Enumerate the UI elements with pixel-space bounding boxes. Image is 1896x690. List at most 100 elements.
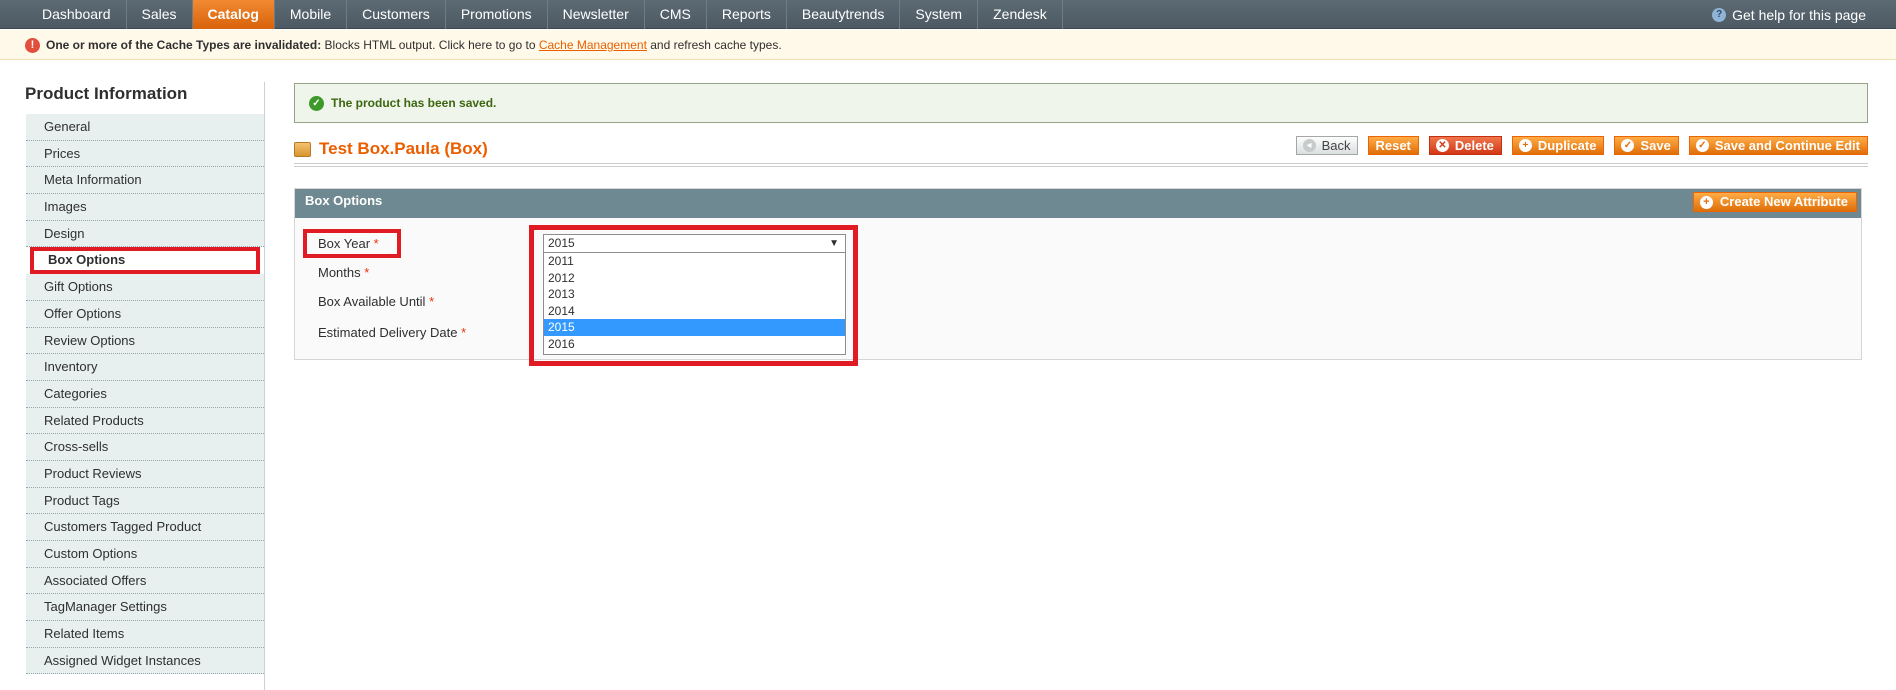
estimated-delivery-date-label-text: Estimated Delivery Date xyxy=(318,325,458,340)
action-buttons: ◂ Back Reset ✕ Delete + Duplicate ✓ Save… xyxy=(1295,136,1868,155)
tab-inventory[interactable]: Inventory xyxy=(26,354,264,381)
box-year-label-text: Box Year xyxy=(318,236,371,251)
dropdown-arrow-icon: ▼ xyxy=(829,238,839,249)
save-button[interactable]: ✓ Save xyxy=(1614,136,1679,155)
box-options-panel: Box Options + Create New Attribute Box Y… xyxy=(294,188,1862,366)
box-year-option[interactable]: 2016 xyxy=(544,336,845,353)
cache-management-link[interactable]: Cache Management xyxy=(539,38,647,52)
tab-box-options[interactable]: Box Options xyxy=(30,247,260,275)
tab-meta-information[interactable]: Meta Information xyxy=(26,167,264,195)
delete-icon: ✕ xyxy=(1435,139,1449,152)
delete-button-label: Delete xyxy=(1454,138,1494,153)
nav-item-newsletter[interactable]: Newsletter xyxy=(548,0,645,29)
required-mark: * xyxy=(364,265,370,280)
nav-item-customers[interactable]: Customers xyxy=(347,0,446,29)
error-icon: ! xyxy=(25,38,40,53)
box-available-until-label-text: Box Available Until xyxy=(318,294,426,309)
box-available-until-label: Box Available Until * xyxy=(318,294,434,309)
help-icon: ? xyxy=(1712,7,1727,22)
tab-review-options[interactable]: Review Options xyxy=(26,327,264,355)
nav-menu: Dashboard Sales Catalog Mobile Customers… xyxy=(27,0,1063,29)
nav-item-mobile[interactable]: Mobile xyxy=(275,0,348,29)
tab-images[interactable]: Images xyxy=(26,194,264,221)
box-year-selected-value: 2015 xyxy=(548,236,575,250)
duplicate-button[interactable]: + Duplicate xyxy=(1511,136,1605,155)
header-divider xyxy=(294,163,1868,167)
months-label: Months * xyxy=(318,265,369,280)
tab-offer-options[interactable]: Offer Options xyxy=(26,300,264,328)
page-header: Test Box.Paula (Box) xyxy=(294,139,488,159)
tab-related-items[interactable]: Related Items xyxy=(26,621,264,648)
tab-design[interactable]: Design xyxy=(26,220,264,248)
success-message: ✓ The product has been saved. xyxy=(294,83,1868,123)
nav-item-promotions[interactable]: Promotions xyxy=(446,0,548,29)
check-icon: ✓ xyxy=(1695,139,1709,152)
required-mark: * xyxy=(429,294,435,309)
save-button-label: Save xyxy=(1640,138,1671,153)
back-button-label: Back xyxy=(1321,138,1351,153)
notice-bold-text: One or more of the Cache Types are inval… xyxy=(46,38,322,52)
sidebar-divider xyxy=(264,82,265,690)
sidebar-title: Product Information xyxy=(25,84,188,103)
back-arrow-icon: ◂ xyxy=(1302,139,1316,152)
box-year-option[interactable]: 2014 xyxy=(544,303,845,320)
tab-categories[interactable]: Categories xyxy=(26,380,264,408)
plus-icon: + xyxy=(1699,195,1713,209)
plus-icon: + xyxy=(1518,139,1532,152)
checkmark-icon: ✓ xyxy=(309,96,324,111)
nav-item-system[interactable]: System xyxy=(900,0,979,29)
cache-notice: ! One or more of the Cache Types are inv… xyxy=(0,30,1896,60)
tab-customers-tagged-product[interactable]: Customers Tagged Product xyxy=(26,514,264,541)
reset-button-label: Reset xyxy=(1375,138,1411,153)
box-year-option[interactable]: 2011 xyxy=(544,253,845,270)
product-box-icon xyxy=(294,141,311,157)
box-year-select[interactable]: 2015 ▼ xyxy=(543,234,846,253)
estimated-delivery-date-label: Estimated Delivery Date * xyxy=(318,325,466,340)
back-button[interactable]: ◂ Back xyxy=(1295,136,1359,155)
box-year-label: Box Year * xyxy=(318,236,379,251)
tab-associated-offers[interactable]: Associated Offers xyxy=(26,567,264,595)
nav-item-sales[interactable]: Sales xyxy=(127,0,193,29)
tab-general[interactable]: General xyxy=(26,114,264,141)
box-year-option[interactable]: 2012 xyxy=(544,270,845,287)
help-link[interactable]: ? Get help for this page xyxy=(1712,0,1866,29)
nav-item-cms[interactable]: CMS xyxy=(645,0,707,29)
page-title: Test Box.Paula (Box) xyxy=(319,139,488,158)
tab-prices[interactable]: Prices xyxy=(26,140,264,168)
create-new-attribute-label: Create New Attribute xyxy=(1719,194,1848,209)
tab-product-tags[interactable]: Product Tags xyxy=(26,487,264,515)
required-mark: * xyxy=(373,236,379,251)
panel-title: Box Options xyxy=(305,193,383,208)
tab-custom-options[interactable]: Custom Options xyxy=(26,541,264,568)
months-label-text: Months xyxy=(318,265,361,280)
tab-related-products[interactable]: Related Products xyxy=(26,407,264,435)
nav-item-dashboard[interactable]: Dashboard xyxy=(27,0,127,29)
nav-item-beautytrends[interactable]: Beautytrends xyxy=(787,0,901,29)
nav-item-zendesk[interactable]: Zendesk xyxy=(978,0,1063,29)
required-mark: * xyxy=(461,325,467,340)
tab-product-reviews[interactable]: Product Reviews xyxy=(26,460,264,488)
delete-button[interactable]: ✕ Delete xyxy=(1428,136,1502,155)
nav-item-reports[interactable]: Reports xyxy=(707,0,787,29)
nav-item-catalog[interactable]: Catalog xyxy=(192,0,275,29)
tab-assigned-widget-instances[interactable]: Assigned Widget Instances xyxy=(26,647,264,675)
top-navigation: Dashboard Sales Catalog Mobile Customers… xyxy=(0,0,1896,29)
duplicate-button-label: Duplicate xyxy=(1537,138,1597,153)
tab-gift-options[interactable]: Gift Options xyxy=(26,274,264,301)
tab-cross-sells[interactable]: Cross-sells xyxy=(26,434,264,461)
panel-header: Box Options + Create New Attribute xyxy=(295,189,1861,218)
check-icon: ✓ xyxy=(1621,139,1635,152)
box-year-option[interactable]: 2013 xyxy=(544,286,845,303)
notice-tail-text: and refresh cache types. xyxy=(646,38,782,52)
product-tabs: General Prices Meta Information Images D… xyxy=(26,114,264,675)
help-label: Get help for this page xyxy=(1732,6,1866,23)
create-new-attribute-button[interactable]: + Create New Attribute xyxy=(1692,192,1857,212)
save-and-continue-label: Save and Continue Edit xyxy=(1714,138,1860,153)
box-year-dropdown-list: 2011 2012 2013 2014 2015 2016 xyxy=(543,252,846,355)
success-text: The product has been saved. xyxy=(331,96,497,110)
reset-button[interactable]: Reset xyxy=(1368,136,1419,155)
tab-tagmanager-settings[interactable]: TagManager Settings xyxy=(26,594,264,622)
box-year-option-highlighted[interactable]: 2015 xyxy=(544,319,845,336)
notice-text: Blocks HTML output. Click here to go to xyxy=(321,38,539,52)
save-and-continue-button[interactable]: ✓ Save and Continue Edit xyxy=(1688,136,1868,155)
